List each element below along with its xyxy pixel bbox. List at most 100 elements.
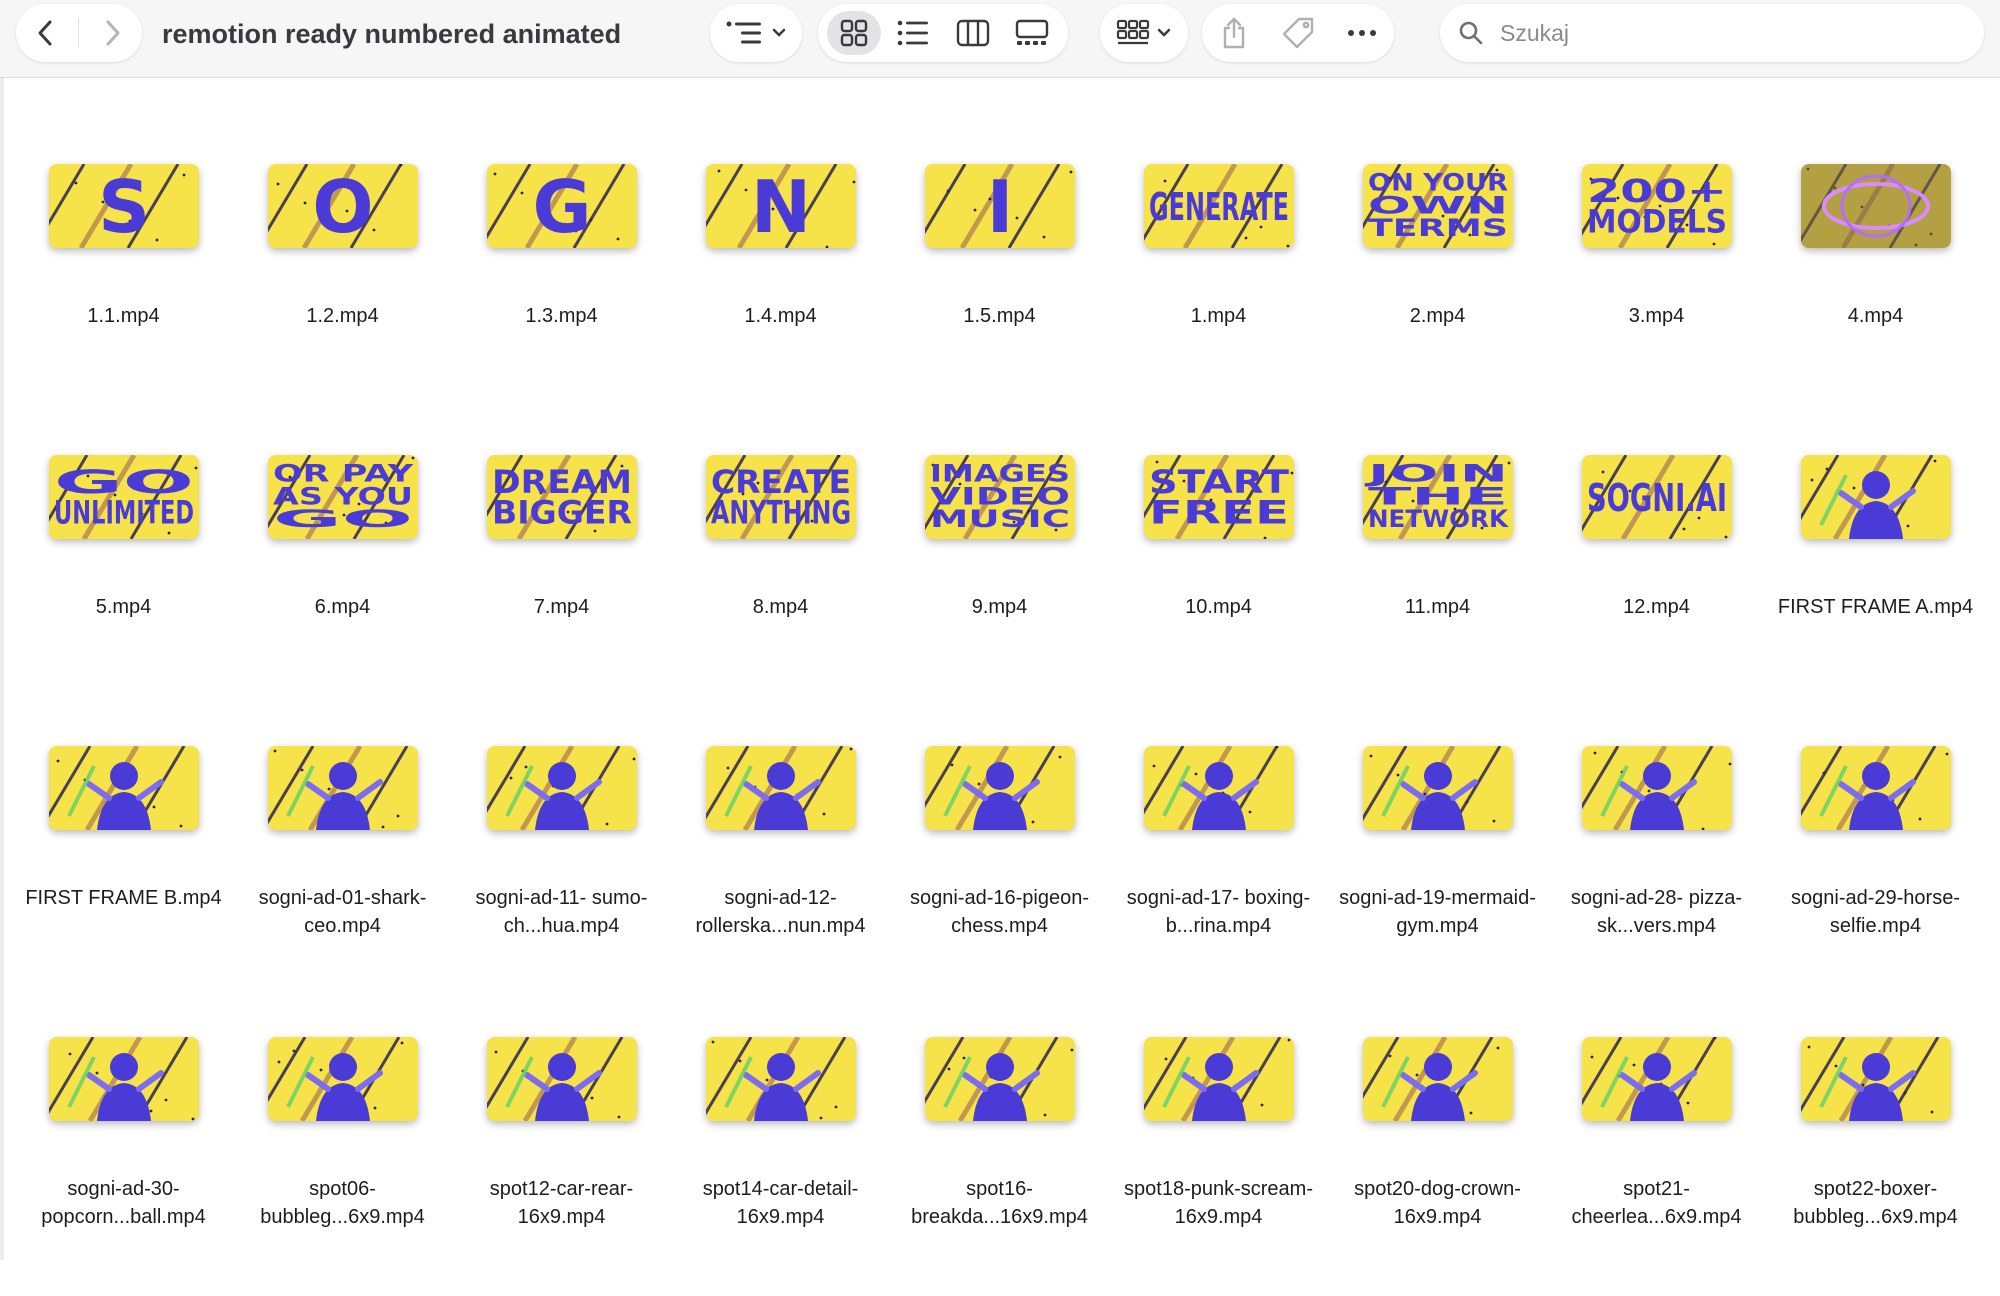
video-thumbnail[interactable]: G	[486, 164, 637, 248]
video-thumbnail[interactable]: I	[924, 164, 1075, 248]
file-item[interactable]: spot22-boxer- bubbleg...6x9.mp4	[1766, 1005, 1985, 1296]
video-thumbnail[interactable]	[705, 746, 856, 830]
video-thumbnail[interactable]	[267, 746, 418, 830]
file-item[interactable]: CREATE ANYTHING 8.mp4	[671, 423, 890, 714]
gallery-view-icon	[1016, 19, 1049, 45]
video-thumbnail[interactable]	[924, 1037, 1075, 1121]
file-item[interactable]: spot06- bubbleg...6x9.mp4	[233, 1005, 452, 1296]
video-thumbnail[interactable]: OR PAY AS YOU GO	[267, 455, 418, 539]
file-item[interactable]: sogni-ad-30- popcorn...ball.mp4	[14, 1005, 233, 1296]
video-thumbnail[interactable]	[924, 746, 1075, 830]
file-item[interactable]: sogni-ad-01-shark-ceo.mp4	[233, 714, 452, 1005]
file-item[interactable]: spot14-car-detail-16x9.mp4	[671, 1005, 890, 1296]
file-item[interactable]: I 1.5.mp4	[890, 132, 1109, 423]
file-item[interactable]: OR PAY AS YOU GO 6.mp4	[233, 423, 452, 714]
video-thumbnail[interactable]	[1362, 746, 1513, 830]
thumbnail-image	[1362, 746, 1513, 830]
list-view-button[interactable]	[886, 11, 940, 55]
video-thumbnail[interactable]: GO UNLIMITED	[48, 455, 199, 539]
video-thumbnail[interactable]	[1362, 1037, 1513, 1121]
file-item[interactable]: GENERATE 1.mp4	[1109, 132, 1328, 423]
video-thumbnail[interactable]	[486, 746, 637, 830]
video-thumbnail[interactable]	[267, 1037, 418, 1121]
file-item[interactable]: spot12-car-rear-16x9.mp4	[452, 1005, 671, 1296]
file-item[interactable]: N 1.4.mp4	[671, 132, 890, 423]
video-thumbnail[interactable]: SOGNI.AI	[1581, 455, 1732, 539]
icon-view-button[interactable]	[826, 11, 881, 55]
file-item[interactable]: 200+ MODELS 3.mp4	[1547, 132, 1766, 423]
search-input[interactable]	[1498, 18, 1962, 48]
file-grid: S 1.1.mp4 O 1.2.mp4 G 1.3.mp4 N 1.4.mp4 I 1.5.mp4…	[14, 132, 1986, 1296]
video-thumbnail[interactable]	[1143, 1037, 1294, 1121]
arrange-button[interactable]	[1100, 4, 1188, 62]
column-view-button[interactable]	[946, 11, 1000, 55]
file-item[interactable]: spot20-dog-crown-16x9.mp4	[1328, 1005, 1547, 1296]
video-thumbnail[interactable]: S	[48, 164, 199, 248]
gallery-view-button[interactable]	[1005, 11, 1059, 55]
file-item[interactable]: S 1.1.mp4	[14, 132, 233, 423]
group-by-button[interactable]	[710, 4, 802, 62]
file-name: 2.mp4	[1409, 305, 1466, 327]
video-thumbnail[interactable]: O	[267, 164, 418, 248]
grid-view-icon	[840, 19, 867, 47]
video-thumbnail[interactable]: DREAM BIGGER	[486, 455, 637, 539]
thumbnail-image: 200+MODELS	[1581, 164, 1732, 248]
share-button[interactable]	[1207, 11, 1261, 55]
video-thumbnail[interactable]: ON YOUR OWN TERMS	[1362, 164, 1513, 248]
file-item[interactable]: FIRST FRAME B.mp4	[14, 714, 233, 1005]
arrange-grid-icon	[1116, 19, 1150, 45]
video-thumbnail[interactable]	[486, 1037, 637, 1121]
video-thumbnail[interactable]: IMAGES VIDEO MUSIC	[924, 455, 1075, 539]
video-thumbnail[interactable]: 200+ MODELS	[1581, 164, 1732, 248]
file-item[interactable]: spot16- breakda...16x9.mp4	[890, 1005, 1109, 1296]
video-thumbnail[interactable]	[1581, 746, 1732, 830]
file-item[interactable]: spot18-punk-scream-16x9.mp4	[1109, 1005, 1328, 1296]
thumbnail-image: O	[267, 164, 418, 248]
thumbnail-image	[267, 1037, 418, 1121]
file-item[interactable]: SOGNI.AI 12.mp4	[1547, 423, 1766, 714]
thumbnail-image: S	[48, 164, 199, 248]
file-item[interactable]: IMAGES VIDEO MUSIC 9.mp4	[890, 423, 1109, 714]
file-name: spot12-car-rear-16x9.mp4	[489, 1178, 634, 1228]
video-thumbnail[interactable]	[705, 1037, 856, 1121]
video-thumbnail[interactable]	[48, 1037, 199, 1121]
video-thumbnail[interactable]: CREATE ANYTHING	[705, 455, 856, 539]
file-item[interactable]: O 1.2.mp4	[233, 132, 452, 423]
thumbnail-image: ON YOUROWNTERMS	[1362, 164, 1513, 248]
video-thumbnail[interactable]	[1800, 455, 1951, 539]
file-item[interactable]: JOIN THE NETWORK 11.mp4	[1328, 423, 1547, 714]
video-thumbnail[interactable]	[1800, 746, 1951, 830]
video-thumbnail[interactable]: N	[705, 164, 856, 248]
video-thumbnail[interactable]	[1800, 164, 1951, 248]
thumbnail-image: GOUNLIMITED	[48, 455, 199, 539]
thumbnail-image	[1581, 1037, 1732, 1121]
file-item[interactable]: 4.mp4	[1766, 132, 1985, 423]
file-item[interactable]: ON YOUR OWN TERMS 2.mp4	[1328, 132, 1547, 423]
tag-button[interactable]	[1271, 11, 1325, 55]
video-thumbnail[interactable]	[1800, 1037, 1951, 1121]
file-item[interactable]: sogni-ad-19-mermaid-gym.mp4	[1328, 714, 1547, 1005]
file-item[interactable]: spot21- cheerlea...6x9.mp4	[1547, 1005, 1766, 1296]
file-item[interactable]: sogni-ad-16-pigeon-chess.mp4	[890, 714, 1109, 1005]
file-item[interactable]: G 1.3.mp4	[452, 132, 671, 423]
video-thumbnail[interactable]	[1581, 1037, 1732, 1121]
video-thumbnail[interactable]: START FREE	[1143, 455, 1294, 539]
more-button[interactable]	[1335, 11, 1389, 55]
video-thumbnail[interactable]	[1143, 746, 1294, 830]
file-item[interactable]: DREAM BIGGER 7.mp4	[452, 423, 671, 714]
file-item[interactable]: FIRST FRAME A.mp4	[1766, 423, 1985, 714]
search-field[interactable]	[1440, 4, 1984, 62]
file-item[interactable]: START FREE 10.mp4	[1109, 423, 1328, 714]
file-item[interactable]: sogni-ad-28- pizza-sk...vers.mp4	[1547, 714, 1766, 1005]
file-item[interactable]: sogni-ad-11- sumo-ch...hua.mp4	[452, 714, 671, 1005]
video-thumbnail[interactable]: GENERATE	[1143, 164, 1294, 248]
file-item[interactable]: GO UNLIMITED 5.mp4	[14, 423, 233, 714]
file-item[interactable]: sogni-ad-17- boxing-b...rina.mp4	[1109, 714, 1328, 1005]
video-thumbnail[interactable]	[48, 746, 199, 830]
file-item[interactable]: sogni-ad-29-horse-selfie.mp4	[1766, 714, 1985, 1005]
thumbnail-image	[705, 1037, 856, 1121]
video-thumbnail[interactable]: JOIN THE NETWORK	[1362, 455, 1513, 539]
file-item[interactable]: sogni-ad-12- rollerska...nun.mp4	[671, 714, 890, 1005]
forward-button[interactable]	[84, 8, 140, 58]
back-button[interactable]	[18, 8, 74, 58]
